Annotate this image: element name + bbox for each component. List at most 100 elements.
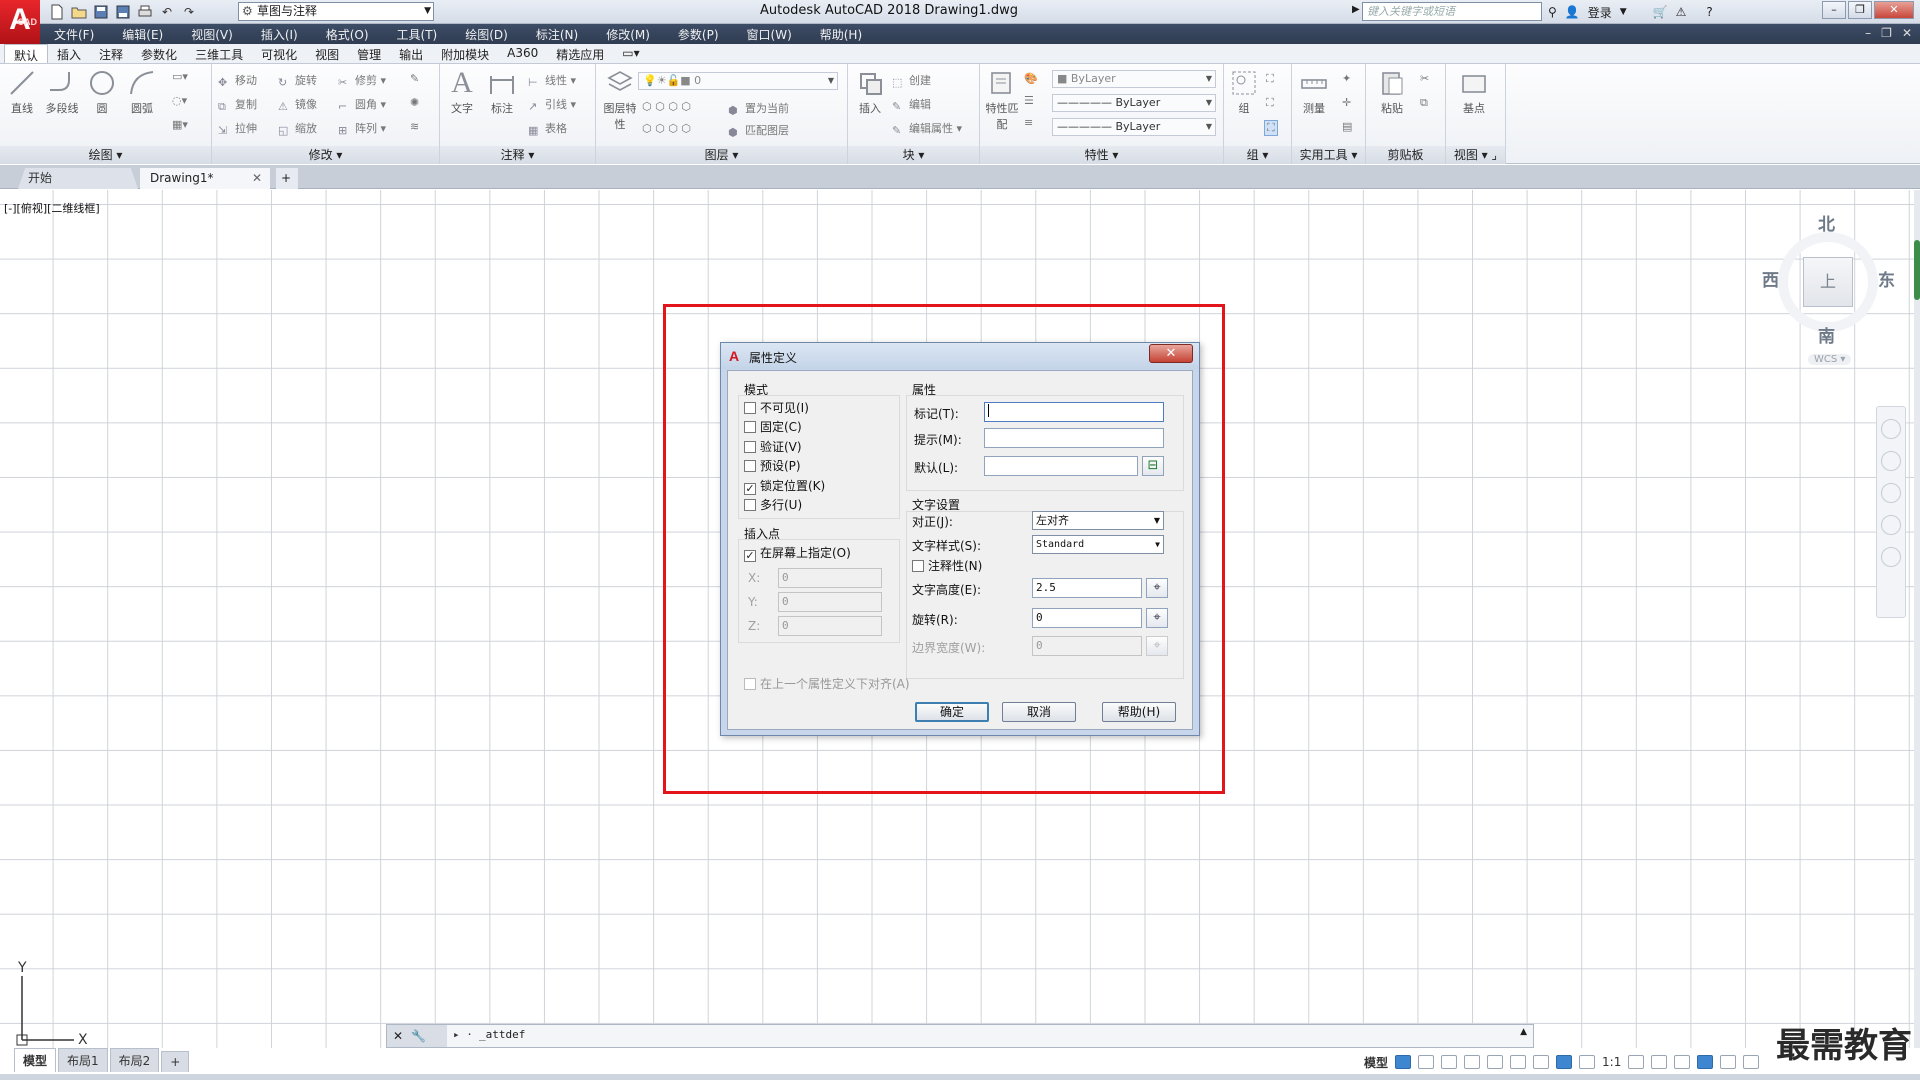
tab-start[interactable]: 开始: [18, 168, 138, 189]
tab-a360[interactable]: A360: [498, 44, 547, 63]
object-snap-icon[interactable]: [1533, 1055, 1550, 1069]
compass-south[interactable]: 南: [1818, 322, 1835, 347]
tab-addins[interactable]: 附加模块: [432, 44, 498, 63]
annotation-scale[interactable]: 1:1: [1602, 1055, 1621, 1069]
zoom-icon[interactable]: [1881, 483, 1901, 503]
point-icon[interactable]: ✛: [1342, 96, 1351, 109]
menu-parametric[interactable]: 参数(P): [664, 26, 733, 43]
create-block-tool[interactable]: ⬚ 创建: [892, 72, 931, 89]
isolate-objects-icon[interactable]: [1697, 1055, 1714, 1069]
autodesk-app-icon[interactable]: ⚠: [1676, 5, 1687, 19]
object-snap-tracking-icon[interactable]: [1510, 1055, 1527, 1069]
lineweight-select[interactable]: ————— ByLayer ▼: [1052, 118, 1216, 136]
steering-wheel-icon[interactable]: [1881, 419, 1901, 439]
edit-attributes-tool[interactable]: ✎ 编辑属性 ▾: [892, 120, 962, 137]
panel-properties-title[interactable]: 特性 ▾: [980, 146, 1223, 164]
annotative-checkbox[interactable]: 注释性(N): [912, 558, 982, 574]
fillet-tool[interactable]: ⌐ 圆角 ▾: [338, 96, 386, 113]
menu-edit[interactable]: 编辑(E): [108, 26, 177, 43]
panel-block-title[interactable]: 块 ▾: [848, 146, 979, 164]
y-input[interactable]: 0: [778, 592, 882, 612]
copy-tool[interactable]: ⧉ 复制: [218, 96, 257, 113]
table-tool[interactable]: ▦ 表格: [528, 120, 567, 137]
help-icon[interactable]: ?: [1706, 5, 1712, 19]
x-input[interactable]: 0: [778, 568, 882, 588]
login-link[interactable]: 登录: [1588, 4, 1612, 21]
wrench-icon[interactable]: 🔧: [411, 1029, 426, 1043]
panel-utilities-title[interactable]: 实用工具 ▾: [1292, 146, 1365, 164]
customize-icon[interactable]: [1743, 1055, 1760, 1069]
rotation-input[interactable]: 0: [1032, 608, 1142, 628]
isodraft-icon[interactable]: [1487, 1055, 1504, 1069]
panel-draw-title[interactable]: 绘图 ▾: [0, 146, 211, 164]
viewcube-top-face[interactable]: 上: [1803, 257, 1853, 307]
copy-clip-icon[interactable]: ⧉: [1420, 96, 1428, 110]
color-select[interactable]: ■ ByLayer ▼: [1052, 70, 1216, 88]
snap-icon[interactable]: [1418, 1055, 1435, 1069]
annotation-visibility-icon[interactable]: [1556, 1055, 1573, 1069]
workspace-switch-icon[interactable]: [1628, 1055, 1645, 1069]
panel-clipboard-title[interactable]: 剪贴板: [1366, 146, 1445, 164]
undo-icon[interactable]: ↶: [158, 3, 176, 21]
lock-position-checkbox[interactable]: ✓ 锁定位置(K): [744, 478, 825, 495]
ortho-icon[interactable]: [1441, 1055, 1458, 1069]
match-properties-tool[interactable]: 特性匹配: [984, 68, 1020, 132]
tab-layout2[interactable]: 布局2: [109, 1048, 160, 1072]
close-icon[interactable]: ✕: [393, 1029, 403, 1043]
erase-icon[interactable]: ✎: [410, 72, 419, 85]
verify-checkbox[interactable]: 验证(V): [744, 439, 802, 455]
menu-window[interactable]: 窗口(W): [733, 26, 806, 43]
tab-model[interactable]: 模型: [14, 1048, 57, 1072]
justify-select[interactable]: 左对齐 ▼: [1032, 511, 1164, 530]
default-input[interactable]: [984, 456, 1138, 476]
search-input[interactable]: 键入关键字或短语: [1362, 2, 1542, 21]
insert-field-icon[interactable]: ⊟: [1142, 456, 1164, 476]
viewport-controls[interactable]: [-][俯视][二维线框]: [4, 200, 100, 216]
expand-arrow-icon[interactable]: ▶: [1352, 4, 1360, 15]
group-edit-icon[interactable]: ⛶: [1266, 96, 1274, 110]
tab-default[interactable]: 默认: [4, 44, 49, 63]
tab-annotate[interactable]: 注释: [90, 44, 132, 63]
binoculars-icon[interactable]: ⚲: [1548, 5, 1557, 19]
quick-select-icon[interactable]: ✦: [1342, 72, 1351, 85]
add-layout-button[interactable]: +: [161, 1051, 190, 1072]
panel-modify-title[interactable]: 修改 ▾: [212, 146, 439, 164]
vertical-scrollbar[interactable]: [1914, 190, 1920, 1048]
tab-3d-tools[interactable]: 三维工具: [186, 44, 252, 63]
pick-boundary-icon[interactable]: ⌖: [1146, 636, 1168, 656]
linetype-icon[interactable]: ☰: [1024, 94, 1034, 107]
tab-visualize[interactable]: 可视化: [252, 44, 306, 63]
chevron-down-icon[interactable]: ▼: [1620, 7, 1627, 17]
rotate-tool[interactable]: ↻ 旋转: [278, 72, 317, 89]
array-tool[interactable]: ⊞ 阵列 ▾: [338, 120, 386, 137]
wcs-menu[interactable]: WCS ▾: [1808, 354, 1852, 365]
offset-icon[interactable]: ≋: [410, 120, 419, 133]
paste-tool[interactable]: 粘贴: [1374, 68, 1410, 116]
cart-icon[interactable]: 🛒: [1653, 5, 1668, 19]
restore-button[interactable]: ❐: [1848, 1, 1872, 19]
panel-view-title[interactable]: 视图 ▾ ⌟: [1446, 146, 1505, 164]
dialog-titlebar[interactable]: A 属性定义 ✕: [721, 343, 1199, 369]
open-folder-icon[interactable]: [70, 3, 88, 21]
tab-parametric[interactable]: 参数化: [132, 44, 186, 63]
base-view-tool[interactable]: 基点: [1456, 68, 1492, 116]
model-space-button[interactable]: 模型: [1364, 1054, 1388, 1071]
cancel-button[interactable]: 取消: [1002, 702, 1076, 722]
insert-block-tool[interactable]: 插入: [852, 68, 888, 116]
set-current-tool[interactable]: ⬢ 置为当前: [728, 100, 789, 117]
text-style-select[interactable]: Standard ▼: [1032, 535, 1164, 554]
tab-output[interactable]: 输出: [390, 44, 432, 63]
minimize-drawing-icon[interactable]: –: [1865, 26, 1871, 40]
viewcube[interactable]: 北 南 东 西 上 WCS ▾: [1750, 210, 1900, 370]
menu-view[interactable]: 视图(V): [177, 26, 247, 43]
tab-featured-apps[interactable]: 精选应用: [547, 44, 613, 63]
match-layer-tool[interactable]: ⬢ 匹配图层: [728, 122, 789, 139]
auto-scale-icon[interactable]: [1579, 1055, 1596, 1069]
menu-dimension[interactable]: 标注(N): [522, 26, 592, 43]
print-icon[interactable]: [136, 3, 154, 21]
menu-tools[interactable]: 工具(T): [383, 26, 452, 43]
close-window-button[interactable]: ✕: [1874, 1, 1914, 19]
tab-layout1[interactable]: 布局1: [58, 1048, 108, 1072]
pick-height-icon[interactable]: ⌖: [1146, 578, 1168, 598]
specify-on-screen-checkbox[interactable]: ✓ 在屏幕上指定(O): [744, 545, 851, 562]
